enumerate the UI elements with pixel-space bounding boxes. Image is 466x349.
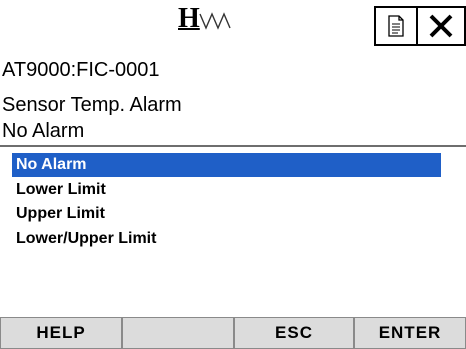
help-button[interactable]: HELP: [0, 317, 122, 349]
device-tag: AT9000:FIC-0001: [2, 59, 160, 81]
list-item[interactable]: Lower/Upper Limit: [12, 227, 156, 251]
app-header: H: [0, 0, 466, 50]
softkey-bar: HELP ESC ENTER: [0, 317, 466, 349]
close-icon: [429, 14, 453, 38]
list-item[interactable]: Upper Limit: [12, 202, 105, 226]
parameter-current-value: No Alarm: [2, 120, 85, 142]
parameter-label: Sensor Temp. Alarm: [2, 94, 182, 116]
option-list[interactable]: No Alarm Lower Limit Upper Limit Lower/U…: [0, 145, 466, 317]
esc-button[interactable]: ESC: [234, 317, 354, 349]
hart-logo: H: [176, 4, 236, 44]
blank-softkey[interactable]: [122, 317, 234, 349]
hart-wave-icon: [199, 12, 231, 30]
enter-button[interactable]: ENTER: [354, 317, 466, 349]
document-button[interactable]: [374, 6, 418, 46]
close-button[interactable]: [416, 6, 466, 46]
list-item[interactable]: No Alarm: [12, 153, 441, 177]
list-item[interactable]: Lower Limit: [12, 178, 106, 202]
logo-letter: H: [178, 3, 200, 34]
document-icon: [388, 15, 404, 37]
